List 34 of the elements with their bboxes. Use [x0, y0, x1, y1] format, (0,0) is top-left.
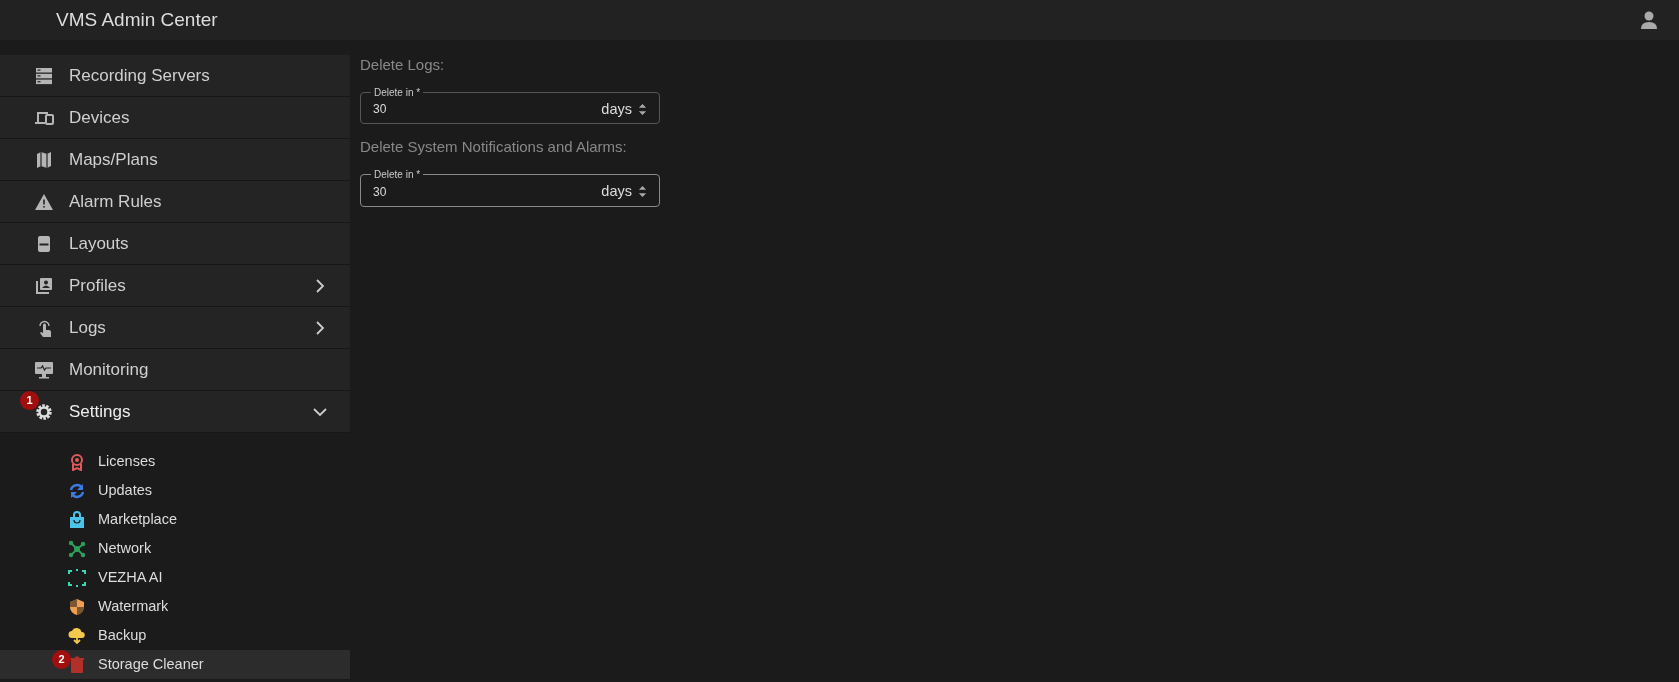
spinner-icon	[638, 102, 647, 116]
app-title: VMS Admin Center	[56, 7, 218, 32]
map-icon	[34, 149, 54, 170]
field-label: Delete in *	[373, 168, 422, 181]
section-heading: Delete System Notifications and Alarms:	[360, 137, 628, 158]
submenu-item[interactable]: Marketplace	[0, 505, 350, 534]
submenu-item[interactable]: Updates	[0, 476, 350, 505]
monitor-icon	[34, 359, 54, 380]
number-field[interactable]: Delete in * 30 days	[360, 168, 660, 207]
submenu-item[interactable]: Backup	[0, 621, 350, 650]
submenu-item[interactable]: Licenses	[0, 447, 350, 476]
nav-item[interactable]: Logs	[0, 307, 350, 349]
section-heading: Delete Logs:	[360, 55, 446, 75]
nav-item[interactable]: Monitoring	[0, 349, 350, 391]
nav-item[interactable]: Devices	[0, 97, 350, 139]
number-input[interactable]: 30	[373, 100, 573, 119]
unit-label: days	[601, 181, 632, 201]
gear-icon	[34, 401, 54, 422]
field-label: Delete in *	[373, 86, 422, 99]
nav-item[interactable]: Layouts	[0, 223, 350, 265]
user-icon[interactable]	[1639, 10, 1659, 30]
submenu-item[interactable]: Network	[0, 534, 350, 563]
nav-item[interactable]: Maps/Plans	[0, 139, 350, 181]
unit-label: days	[601, 99, 632, 119]
server-icon	[34, 65, 54, 86]
nav-item[interactable]: Recording Servers	[0, 55, 350, 97]
number-field[interactable]: Delete in * 30 days	[360, 86, 660, 125]
number-input[interactable]: 30	[373, 182, 573, 201]
nav-item[interactable]: Profiles	[0, 265, 350, 307]
spinner-icon	[638, 185, 647, 199]
profiles-icon	[34, 275, 54, 296]
nav-item[interactable]: Alarm Rules	[0, 181, 350, 223]
submenu-item[interactable]: Watermark	[0, 592, 350, 621]
submenu-item[interactable]: VEZHA AI	[0, 563, 350, 592]
